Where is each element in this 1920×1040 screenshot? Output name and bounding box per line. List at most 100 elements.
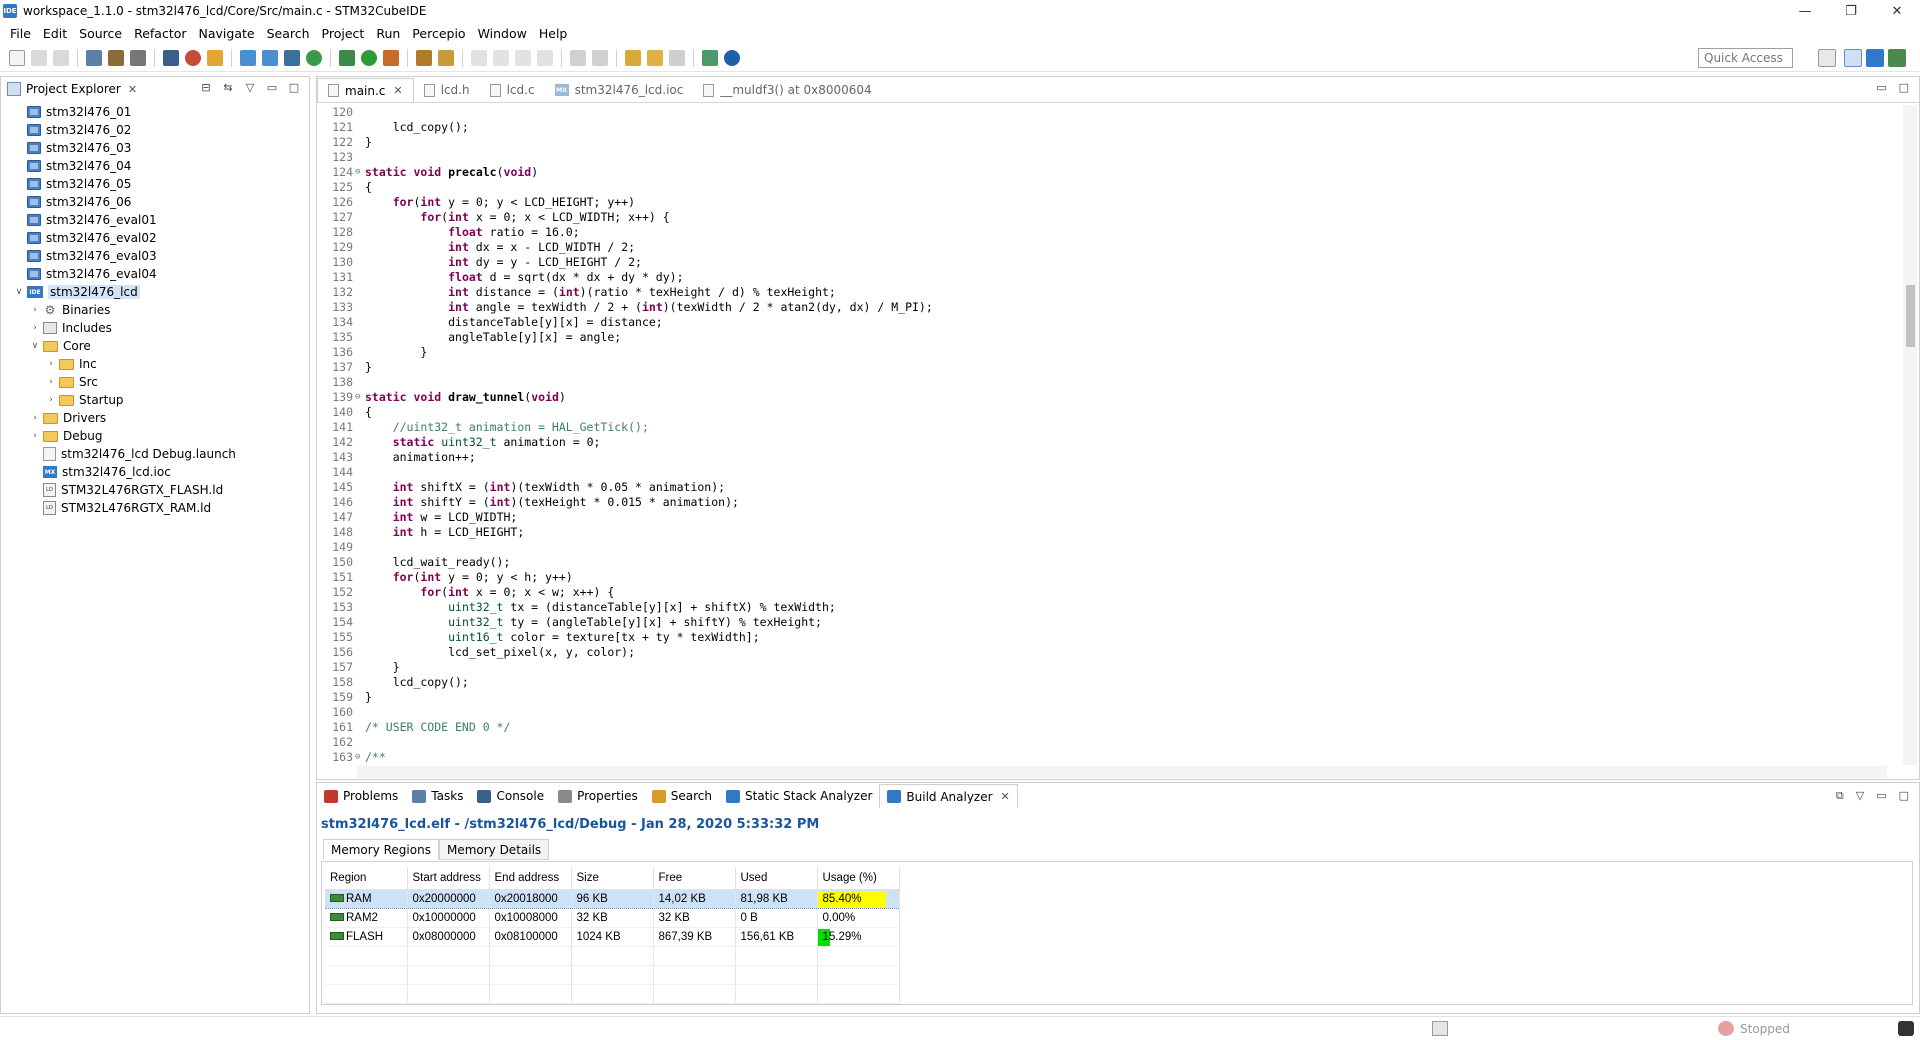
chevron-right-icon[interactable]: › <box>29 413 41 423</box>
tree-item[interactable]: stm32l476_01 <box>1 103 309 121</box>
maximize-editor-icon[interactable]: □ <box>1899 81 1909 94</box>
tab-build-analyzer[interactable]: Build Analyzer ✕ <box>879 784 1018 808</box>
tree-item[interactable]: › Includes <box>1 319 309 337</box>
close-window-button[interactable]: ✕ <box>1874 0 1920 22</box>
editor-tab[interactable]: __muldf3() at 0x8000604 <box>693 78 881 102</box>
tree-item[interactable]: stm32l476_04 <box>1 157 309 175</box>
tree-item[interactable]: › ⚙ Binaries <box>1 301 309 319</box>
tab-search[interactable]: Search <box>645 784 719 808</box>
tree-item[interactable]: › Debug <box>1 427 309 445</box>
tab-memory-details[interactable]: Memory Details <box>438 839 550 860</box>
tree-item[interactable]: stm32l476_eval01 <box>1 211 309 229</box>
tree-item[interactable]: stm32l476_lcd Debug.launch <box>1 445 309 463</box>
editor-vertical-scrollbar[interactable] <box>1903 105 1917 765</box>
menu-navigate[interactable]: Navigate <box>193 26 261 41</box>
tree-item[interactable]: › Inc <box>1 355 309 373</box>
column-header[interactable]: Start address <box>407 867 490 890</box>
edit-icon[interactable] <box>471 49 487 66</box>
tab-static-stack-analyzer[interactable]: Static Stack Analyzer <box>719 784 879 808</box>
tree-item[interactable]: stm32l476_02 <box>1 121 309 139</box>
close-icon[interactable]: ✕ <box>1001 790 1010 803</box>
menu-edit[interactable]: Edit <box>37 26 73 41</box>
column-header[interactable]: End address <box>489 867 572 890</box>
tree-item[interactable]: stm32l476_05 <box>1 175 309 193</box>
fold-toggle-icon[interactable]: ⊖ <box>355 390 365 405</box>
mark-occurrences-icon[interactable] <box>493 49 509 66</box>
new-source-icon[interactable] <box>262 49 278 66</box>
show-whitespace-icon[interactable] <box>537 49 553 66</box>
tree-item[interactable]: stm32l476_eval04 <box>1 265 309 283</box>
link-editor-icon[interactable]: ⇆ <box>221 81 235 95</box>
tree-item[interactable]: ∨ IDE stm32l476_lcd <box>1 283 309 301</box>
notification-icon[interactable] <box>1898 1021 1914 1036</box>
open-type-icon[interactable] <box>416 49 432 66</box>
open-view-icon[interactable]: ⧉ <box>1836 789 1844 803</box>
tree-item[interactable]: › Drivers <box>1 409 309 427</box>
menu-project[interactable]: Project <box>316 26 371 41</box>
collapse-all-icon[interactable]: ⊟ <box>199 81 213 95</box>
chevron-down-icon[interactable]: ∨ <box>13 287 25 297</box>
refresh-icon[interactable] <box>306 49 322 66</box>
memory-region-row[interactable]: FLASH 0x08000000 0x08100000 1024 KB 867,39 K… <box>325 927 900 947</box>
view-menu-icon[interactable]: ▽ <box>243 81 257 95</box>
close-icon[interactable]: ✕ <box>128 83 137 96</box>
binary-icon[interactable] <box>130 49 146 66</box>
menu-help[interactable]: Help <box>533 26 574 41</box>
cursor-icon[interactable] <box>163 49 179 66</box>
chevron-right-icon[interactable]: › <box>45 377 57 387</box>
device-icon[interactable] <box>207 49 223 66</box>
prev-annotation-icon[interactable] <box>592 49 608 66</box>
tree-item[interactable]: › Startup <box>1 391 309 409</box>
minimize-panel-icon[interactable]: ▭ <box>1876 789 1886 803</box>
maximize-panel-icon[interactable]: □ <box>1899 789 1909 803</box>
fold-toggle-icon[interactable]: ⊖ <box>355 165 365 180</box>
build-icon[interactable] <box>108 49 124 66</box>
chevron-right-icon[interactable]: › <box>29 431 41 441</box>
column-header[interactable]: Free <box>653 867 736 890</box>
editor-tab[interactable]: main.c ✕ <box>317 78 414 102</box>
editor-tab[interactable]: MX stm32l476_lcd.ioc <box>545 78 694 102</box>
tree-item[interactable]: › Src <box>1 373 309 391</box>
view-menu-icon[interactable]: ▽ <box>1856 789 1864 803</box>
forward-icon[interactable] <box>669 49 685 66</box>
back-icon[interactable] <box>647 49 663 66</box>
build-status-icon[interactable] <box>1432 1021 1448 1036</box>
quick-access-input[interactable] <box>1698 48 1793 68</box>
tree-item[interactable]: stm32l476_03 <box>1 139 309 157</box>
editor-horizontal-scrollbar[interactable] <box>357 766 1887 778</box>
fold-toggle-icon[interactable]: ⊖ <box>355 750 365 765</box>
menu-source[interactable]: Source <box>73 26 128 41</box>
chevron-down-icon[interactable]: ∨ <box>29 341 41 351</box>
chevron-right-icon[interactable]: › <box>29 323 41 333</box>
chevron-right-icon[interactable]: › <box>29 305 41 315</box>
menu-file[interactable]: File <box>4 26 37 41</box>
scrollbar-thumb[interactable] <box>1906 285 1915 347</box>
memory-region-row[interactable]: RAM2 0x10000000 0x10008000 32 KB 32 KB 0 B 0.0… <box>325 908 900 928</box>
info-icon[interactable] <box>724 49 740 66</box>
pin-editor-icon[interactable] <box>702 49 718 66</box>
minimize-view-icon[interactable]: ▭ <box>265 81 279 95</box>
tree-item[interactable]: stm32l476_06 <box>1 193 309 211</box>
build-config-icon[interactable] <box>86 49 102 66</box>
menu-refactor[interactable]: Refactor <box>128 26 192 41</box>
close-icon[interactable]: ✕ <box>393 84 402 97</box>
external-tools-icon[interactable] <box>383 49 399 66</box>
run-icon[interactable] <box>361 49 377 66</box>
menu-search[interactable]: Search <box>261 26 316 41</box>
tab-console[interactable]: Console <box>470 784 551 808</box>
new-project-icon[interactable] <box>240 49 256 66</box>
next-annotation-icon[interactable] <box>570 49 586 66</box>
debug-config-icon[interactable] <box>185 49 201 66</box>
project-explorer-tab[interactable]: Project Explorer ✕ <box>1 77 143 101</box>
cpp-perspective-icon[interactable] <box>1844 49 1862 67</box>
debug-icon[interactable] <box>339 49 355 66</box>
tab-tasks[interactable]: Tasks <box>405 784 470 808</box>
tab-properties[interactable]: Properties <box>551 784 645 808</box>
tree-item[interactable]: stm32l476_eval02 <box>1 229 309 247</box>
tab-problems[interactable]: Problems <box>317 784 405 808</box>
new-icon[interactable] <box>9 49 25 66</box>
column-header[interactable]: Size <box>571 867 654 890</box>
column-header[interactable]: Usage (%) <box>817 867 900 890</box>
block-selection-icon[interactable] <box>515 49 531 66</box>
tree-item[interactable]: LD STM32L476RGTX_RAM.ld <box>1 499 309 517</box>
